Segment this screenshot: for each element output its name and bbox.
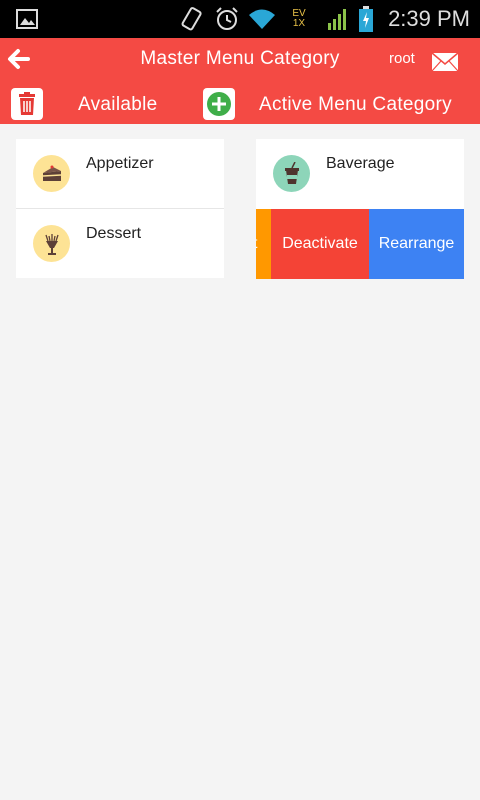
available-list: Appetizer Dessert [16, 139, 224, 278]
ev-signal-icon: EV 1X [284, 0, 314, 38]
deactivate-label: Deactivate [282, 235, 358, 252]
available-label: Available [78, 94, 158, 115]
wifi-icon [246, 0, 278, 38]
alarm-icon [213, 0, 241, 38]
image-icon [14, 0, 40, 38]
ice-cream-icon [33, 225, 70, 262]
rotate-icon [178, 0, 206, 38]
user-label: root [389, 50, 415, 67]
list-item-label: Baverage [326, 155, 395, 172]
list-item-dessert[interactable]: Dessert [16, 209, 224, 279]
app-header: Master Menu Category root Available Acti… [0, 38, 480, 124]
swipe-actions: t Deactivate Rearrange [256, 209, 464, 279]
status-time: 2:39 PM [388, 6, 470, 31]
active-list: Baverage t Deactivate Rearrange [256, 139, 464, 279]
rearrange-button[interactable]: Rearrange [369, 209, 464, 279]
active-menu-category-label: Active Menu Category [259, 94, 452, 115]
edit-action-button[interactable]: t [256, 209, 271, 279]
onex-label: 1X [292, 18, 306, 29]
trash-icon [17, 92, 37, 116]
rearrange-label: Rearrange [378, 235, 455, 252]
mail-icon[interactable] [431, 52, 459, 72]
list-item-baverage[interactable]: Baverage [256, 139, 464, 209]
deactivate-button[interactable]: Deactivate [271, 209, 369, 279]
edit-action-label: t [256, 235, 257, 253]
list-item-appetizer[interactable]: Appetizer [16, 139, 224, 209]
cake-icon [33, 155, 70, 192]
delete-button[interactable] [11, 88, 43, 120]
list-item-label: Dessert [86, 225, 142, 242]
battery-icon [356, 0, 376, 38]
g-signal-icon [326, 0, 350, 38]
plus-circle-icon [206, 91, 232, 117]
status-bar: EV 1X 2:39 PM [0, 0, 480, 38]
add-button[interactable] [203, 88, 235, 120]
list-item-label: Appetizer [86, 155, 154, 172]
drink-cup-icon [273, 155, 310, 192]
